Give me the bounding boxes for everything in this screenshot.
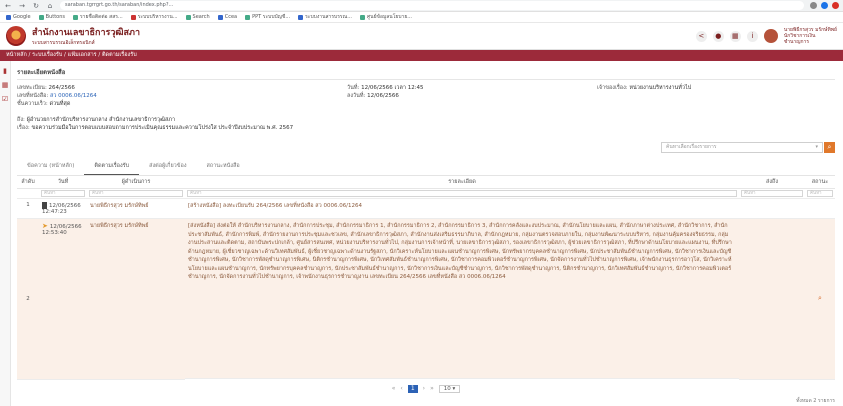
- bookmark-icon: [38, 14, 44, 20]
- app-header: สำนักงานเลขาธิการวุฒิสภา ระบบสารบรรณอิเล…: [0, 23, 843, 50]
- menu-icon[interactable]: [832, 2, 839, 9]
- document-icon[interactable]: ▮: [1, 67, 9, 75]
- breadcrumb: หน้าหลัก / ระบบเรื่องรับ / แฟ้มเอกสาร / …: [0, 50, 843, 61]
- panel-title: รายละเอียดหนังสือ: [17, 65, 835, 80]
- current-page-button[interactable]: 1: [407, 384, 418, 393]
- home-icon[interactable]: ⌂: [46, 2, 54, 10]
- reload-icon[interactable]: ↻: [32, 2, 40, 10]
- magnifier-icon[interactable]: ⌕: [818, 294, 822, 302]
- column-header[interactable]: วันที่: [39, 176, 87, 189]
- tab-status[interactable]: สถานะหนังสือ: [197, 156, 250, 175]
- grid-icon[interactable]: ▦: [1, 81, 9, 89]
- bookmark-icon: [298, 14, 304, 20]
- document-number-link[interactable]: สว 0006.06/1264: [50, 93, 97, 99]
- page-size-select[interactable]: 10 ▾: [438, 384, 461, 393]
- search-button[interactable]: ⌕: [824, 142, 835, 153]
- recipient-value: ผู้อำนวยการสำนักบริหารงานกลาง สำนักงานเล…: [26, 117, 176, 123]
- tab-tracking[interactable]: ติดตามเรื่องรับ: [84, 156, 140, 175]
- last-page-button[interactable]: »: [430, 385, 434, 392]
- record-count: ทั้งหมด 2 รายการ: [796, 397, 835, 404]
- urgency-value: ด่วนที่สุด: [49, 101, 71, 107]
- bookmark-item[interactable]: Ccea: [217, 14, 237, 20]
- info-icon[interactable]: i: [746, 30, 758, 42]
- bookmark-icon: [360, 14, 365, 20]
- forward-icon[interactable]: →: [18, 2, 26, 10]
- share-icon[interactable]: <: [695, 30, 707, 42]
- table-row[interactable]: 1 12/06/2566 12:47:23 นายพิธีกรสุวร มรัก…: [17, 198, 835, 219]
- actor-filter-input[interactable]: ค้นหา: [89, 190, 183, 197]
- check-icon[interactable]: ☑: [1, 95, 9, 103]
- tab-main[interactable]: ข้อความ (หน้าหลัก): [17, 156, 84, 175]
- table-row[interactable]: 2 ➤ 12/06/2566 12:53:40 นายพิธีกรสุวร มรั…: [17, 218, 835, 380]
- bookmark-icon: [6, 14, 11, 20]
- detail-filter-input[interactable]: ค้นหา: [187, 190, 737, 197]
- prev-page-button[interactable]: ‹: [400, 385, 402, 392]
- chevron-down-icon: ▾: [815, 144, 818, 150]
- date-filter-input[interactable]: ค้นหา: [41, 190, 85, 197]
- search-icon: ⌕: [827, 143, 832, 151]
- column-header[interactable]: ผู้ดำเนินการ: [87, 176, 185, 189]
- browser-toolbar: ← → ↻ ⌂ saraban.tgrrgrt.go.th/saraban/in…: [0, 0, 843, 12]
- column-header[interactable]: รายละเอียด: [185, 176, 739, 189]
- document-info: เลขทะเบียน: 264/2566 เลขที่หนังสือ: สว 0…: [17, 85, 692, 131]
- bookmark-item[interactable]: Google: [6, 14, 31, 20]
- app-title: สำนักงานเลขาธิการวุฒิสภา: [32, 28, 141, 38]
- receive-number: 264/2566: [48, 85, 75, 91]
- bookmark-icon: [217, 14, 223, 20]
- bookmarks-bar: Google Buttons รายชื่อติดต่อ สสร... ระบบ…: [0, 12, 843, 23]
- forward-arrow-icon: ➤: [42, 222, 48, 230]
- user-info[interactable]: นายพิธีกรสุวร มรักษ์ทิพย์ นักวิชาการเงิน…: [784, 27, 837, 45]
- document-icon: [42, 202, 47, 209]
- subject-value: ขอความร่วมมือในการตอบแบบสอบถามการประเมิน…: [31, 125, 294, 131]
- bookmark-icon: [245, 14, 251, 20]
- tab-bar: ข้อความ (หน้าหลัก) ติดตามเรื่องรับ ส่งต่…: [17, 156, 835, 176]
- bookmark-item[interactable]: Search: [185, 14, 210, 20]
- column-header[interactable]: ส่งถึง: [739, 176, 805, 189]
- first-page-button[interactable]: «: [392, 385, 396, 392]
- bookmark-icon: [185, 14, 191, 20]
- profile-icon[interactable]: [821, 2, 828, 9]
- item-select[interactable]: ค้นหาเลือกเรื่องรายการ ▾: [661, 142, 823, 153]
- bookmark-item[interactable]: ระบบบริหารงาน...: [130, 13, 178, 21]
- app-subtitle: ระบบสารบรรณอิเล็กทรอนิกส์: [32, 40, 95, 46]
- bookmark-item[interactable]: PPT ระบบบัญชี...: [245, 13, 290, 21]
- avatar[interactable]: [763, 29, 778, 43]
- status-filter-input[interactable]: ค้นหา: [807, 190, 833, 197]
- column-header[interactable]: สถานะ: [805, 176, 835, 189]
- pagination: « ‹ 1 › » 10 ▾: [17, 384, 835, 393]
- bookmark-item[interactable]: ศูนย์ข้อมูลนโยบาย...: [360, 13, 412, 21]
- logo: [6, 26, 26, 46]
- bookmark-item[interactable]: ระบบงานสารบรรณ...: [298, 13, 352, 21]
- tab-forward[interactable]: ส่งต่อผู้เกี่ยวข้อง: [139, 156, 196, 175]
- bookmark-item[interactable]: Buttons: [38, 14, 65, 20]
- to-filter-input[interactable]: ค้นหา: [741, 190, 803, 197]
- receive-date: 12/06/2566 เวลา 12:45: [361, 85, 424, 91]
- document-date: 12/06/2566: [367, 93, 399, 99]
- bookmark-icon: [130, 14, 136, 20]
- notification-icon[interactable]: ●: [712, 30, 724, 42]
- address-bar[interactable]: saraban.tgrrgrt.go.th/saraban/index.php?…: [60, 1, 804, 10]
- grid-icon[interactable]: ▦: [729, 30, 741, 42]
- next-page-button[interactable]: ›: [423, 385, 425, 392]
- extension-icon[interactable]: [810, 2, 817, 9]
- owner-value: หน่วยงานบริหารงานทั่วไป: [629, 85, 692, 91]
- back-icon[interactable]: ←: [4, 2, 12, 10]
- bookmark-icon: [73, 14, 78, 20]
- bookmark-item[interactable]: รายชื่อติดต่อ สสร...: [73, 13, 123, 21]
- column-header[interactable]: ลำดับ: [17, 176, 39, 189]
- sidebar: ▮ ▦ ☑: [0, 61, 11, 406]
- tracking-table: ลำดับ วันที่ ผู้ดำเนินการ รายละเอียด ส่ง…: [17, 176, 835, 380]
